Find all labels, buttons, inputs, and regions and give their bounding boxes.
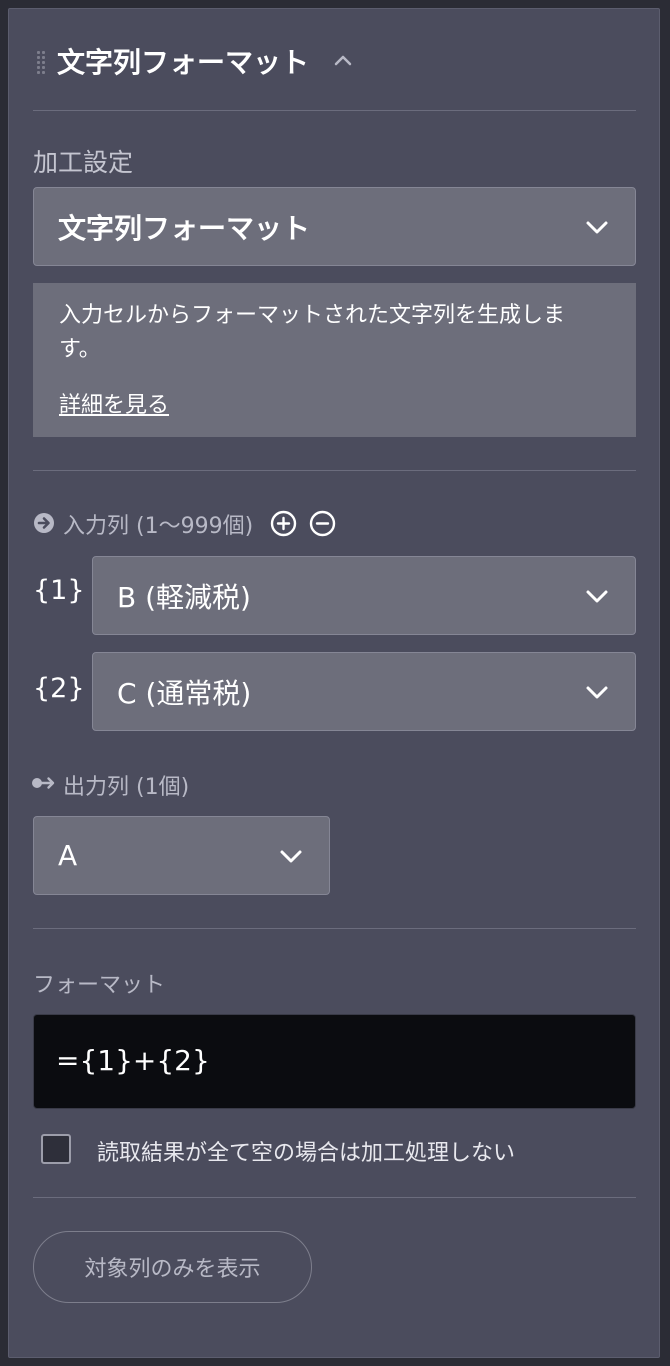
input-row-index: {1} <box>33 575 85 606</box>
drag-handle-icon[interactable] <box>37 51 45 75</box>
chevron-up-icon[interactable] <box>333 53 353 67</box>
output-arrow-icon <box>32 777 55 789</box>
output-column-value: A <box>58 839 78 872</box>
processing-type-select[interactable]: 文字列フォーマット <box>33 187 636 266</box>
string-format-panel: 文字列フォーマット 加工設定 文字列フォーマット 入力セルからフォーマットされた… <box>8 8 660 1358</box>
input-row-index: {2} <box>33 673 85 704</box>
skip-empty-checkbox[interactable] <box>41 1134 71 1164</box>
skip-empty-label: 読取結果が全て空の場合は加工処理しない <box>97 1141 516 1166</box>
format-label: フォーマット <box>33 973 166 998</box>
output-columns-label: 出力列 (1個) <box>63 775 190 800</box>
show-target-columns-button[interactable]: 対象列のみを表示 <box>33 1231 312 1303</box>
plus-circle-icon[interactable] <box>270 510 297 537</box>
input-column-select[interactable]: C (通常税) <box>92 652 636 731</box>
input-column-value: B (軽減税) <box>117 580 251 614</box>
chevron-down-icon <box>280 850 302 863</box>
divider <box>33 1197 636 1198</box>
minus-circle-icon[interactable] <box>309 510 336 537</box>
details-link[interactable]: 詳細を見る <box>59 387 169 419</box>
chevron-down-icon <box>586 221 608 234</box>
format-input-value: ={1}+{2} <box>56 1044 210 1077</box>
divider <box>33 928 636 929</box>
chevron-down-icon <box>586 686 608 699</box>
panel-title: 文字列フォーマット <box>57 46 310 79</box>
arrow-right-circle-icon <box>34 513 54 533</box>
processing-type-value: 文字列フォーマット <box>58 211 311 245</box>
input-column-value: C (通常税) <box>117 676 252 710</box>
format-input[interactable]: ={1}+{2} <box>33 1014 636 1109</box>
description-text: 入力セルからフォーマットされた文字列を生成しま す。 <box>59 303 566 362</box>
chevron-down-icon <box>586 590 608 603</box>
divider <box>33 470 636 471</box>
show-target-columns-label: 対象列のみを表示 <box>84 1257 261 1282</box>
input-column-select[interactable]: B (軽減税) <box>92 556 636 635</box>
description-box: 入力セルからフォーマットされた文字列を生成しま す。 詳細を見る <box>33 283 636 437</box>
output-column-select[interactable]: A <box>33 816 330 895</box>
processing-label: 加工設定 <box>33 148 134 177</box>
input-columns-label: 入力列 (1〜999個) <box>63 514 254 539</box>
divider <box>33 110 636 111</box>
